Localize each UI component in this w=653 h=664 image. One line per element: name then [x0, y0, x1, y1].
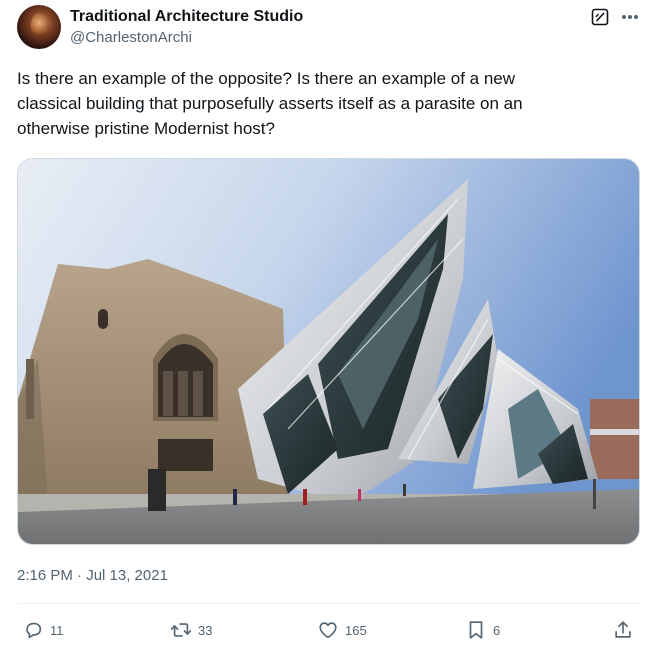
grok-icon[interactable] [591, 8, 609, 26]
avatar[interactable] [17, 5, 61, 49]
more-icon[interactable] [620, 8, 640, 26]
repost-icon [170, 623, 192, 637]
bookmark-icon [469, 621, 483, 639]
bookmark-button[interactable]: 6 [465, 618, 500, 642]
tweet-timestamp[interactable]: 2:16 PM · Jul 13, 2021 [17, 566, 168, 586]
reply-count: 11 [50, 622, 64, 638]
heart-icon [319, 622, 337, 639]
tweet-text: Is there an example of the opposite? Is … [17, 69, 523, 138]
repost-count: 33 [198, 622, 213, 638]
author-names: Traditional Architecture Studio @Charles… [70, 7, 303, 48]
tweet-actions: 11 33 165 6 [0, 614, 653, 648]
tweet-header: Traditional Architecture Studio @Charles… [17, 5, 647, 53]
tweet-media-photo[interactable] [17, 158, 640, 545]
share-icon [615, 621, 631, 638]
author-handle[interactable]: @CharlestonArchi [70, 28, 303, 48]
divider [17, 603, 640, 604]
share-button[interactable] [612, 618, 634, 642]
author-display-name[interactable]: Traditional Architecture Studio [70, 7, 303, 27]
reply-icon [26, 622, 42, 639]
bookmark-count: 6 [493, 622, 501, 638]
reply-button[interactable]: 11 [22, 618, 64, 642]
like-count: 165 [345, 622, 367, 638]
repost-button[interactable]: 33 [170, 618, 212, 642]
like-button[interactable]: 165 [317, 618, 367, 642]
